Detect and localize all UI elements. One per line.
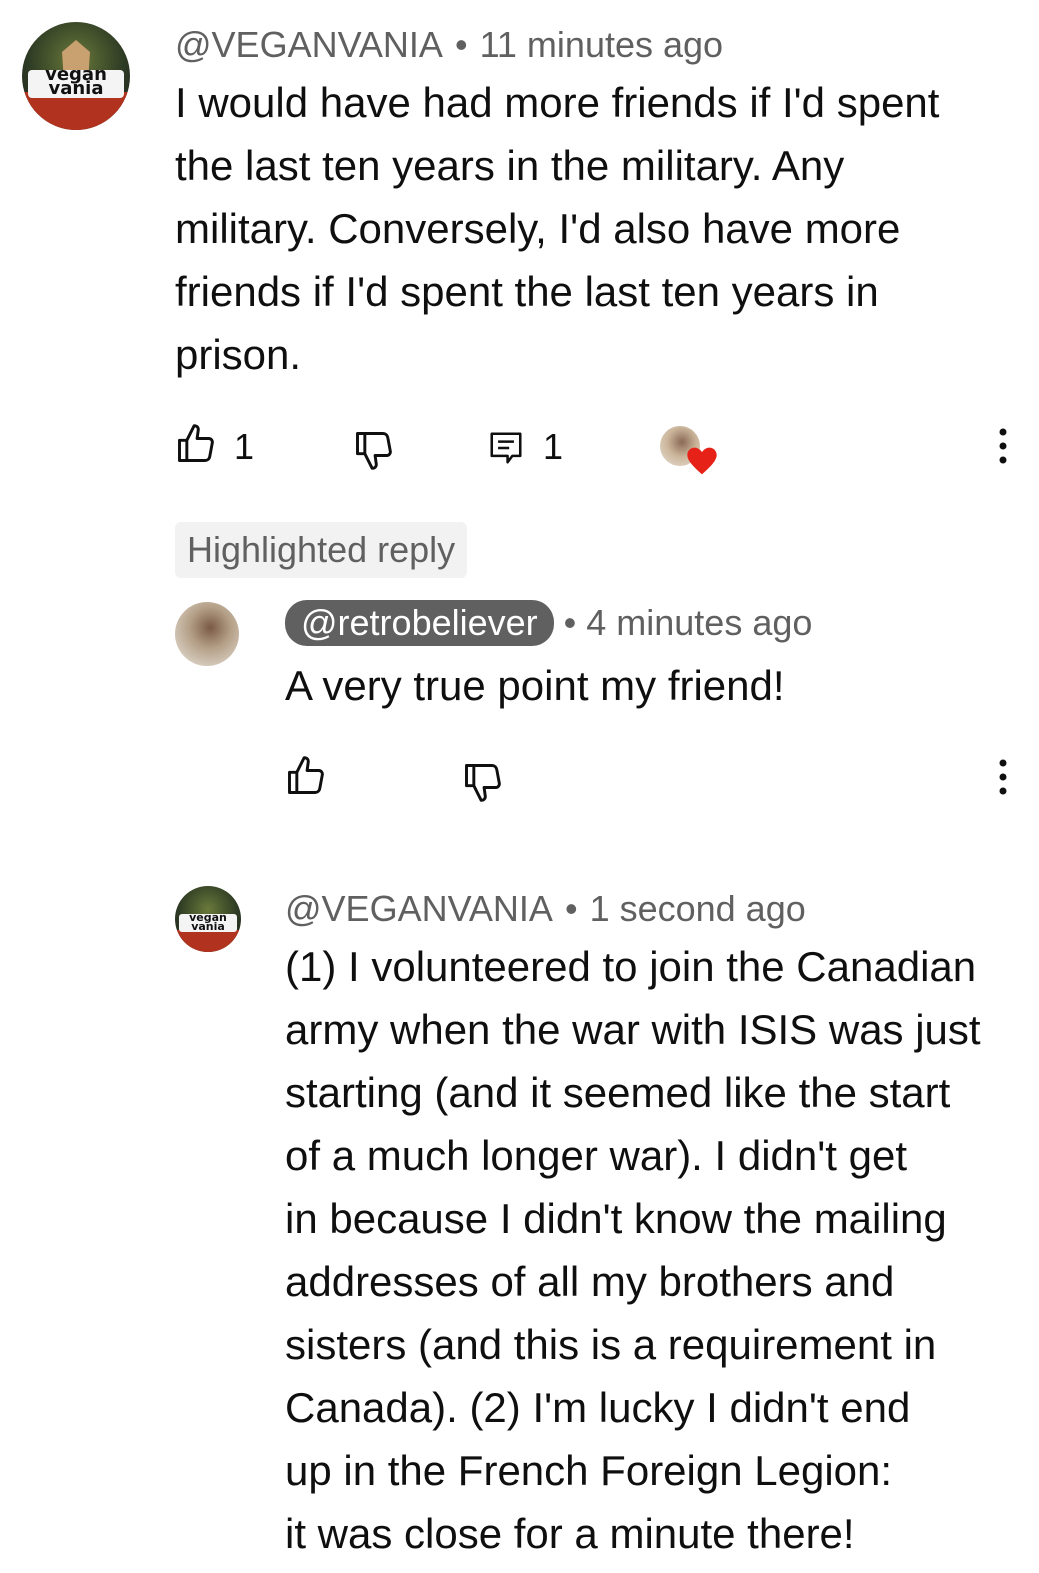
reply2-line: in because I didn't know the mailing: [285, 1195, 947, 1242]
comment-text: I would have had more friends if I'd spe…: [175, 71, 939, 386]
thumbs-down-icon: [465, 764, 501, 802]
reply-like-button[interactable]: [284, 754, 328, 798]
comment-line: I would have had more friends if I'd spe…: [175, 79, 940, 126]
reply2-author[interactable]: @VEGANVANIA: [285, 888, 553, 929]
reply2-line: army when the war with ISIS was just: [285, 1006, 981, 1053]
reply-button[interactable]: [487, 428, 525, 468]
reply2-line: sisters (and this is a requirement in: [285, 1321, 937, 1368]
reply2-line: addresses of all my brothers and: [285, 1258, 895, 1305]
thumbs-down-icon: [356, 432, 392, 470]
creator-heart-badge: [660, 424, 720, 476]
reply2-avatar[interactable]: vegan vania: [175, 886, 241, 952]
highlighted-reply-label: Highlighted reply: [175, 522, 468, 578]
comment-time: 11 minutes ago: [479, 24, 724, 65]
meta-separator: •: [564, 888, 578, 929]
commenter-avatar[interactable]: vegan vania: [22, 22, 130, 130]
reply-icon: [490, 432, 522, 464]
reply2-line: it was close for a minute there!: [285, 1510, 855, 1557]
reply2-line: starting (and it seemed like the start: [285, 1069, 951, 1116]
meta-separator: •: [563, 602, 577, 643]
thumbs-up-icon: [288, 756, 324, 794]
avatar-text-2: vania: [48, 78, 104, 99]
reply-count: 1: [543, 426, 564, 467]
dislike-button[interactable]: [352, 428, 396, 472]
thumbs-up-icon: [178, 424, 214, 462]
reply-dislike-button[interactable]: [461, 760, 505, 804]
avatar-text-2: vania: [191, 920, 225, 933]
comment-line: the last ten years in the military. Any: [175, 142, 845, 189]
reply-text: A very true point my friend!: [285, 662, 785, 709]
more-options-button[interactable]: [996, 426, 1010, 466]
more-vertical-icon: [999, 428, 1007, 464]
comment-line: friends if I'd spent the last ten years …: [175, 268, 879, 315]
reply-avatar[interactable]: [175, 602, 239, 666]
like-button[interactable]: [174, 422, 218, 466]
reply2-meta: @VEGANVANIA • 1 second ago: [285, 888, 806, 930]
reply2-line: Canada). (2) I'm lucky I didn't end: [285, 1384, 911, 1431]
reply2-line: up in the French Foreign Legion:: [285, 1447, 893, 1494]
reply2-line: of a much longer war). I didn't get: [285, 1132, 908, 1179]
reply2-time: 1 second ago: [589, 888, 806, 929]
comment-line: prison.: [175, 331, 302, 378]
reply2-text: (1) I volunteered to join the Canadian a…: [285, 935, 981, 1565]
like-count: 1: [234, 426, 255, 467]
reply-more-options-button[interactable]: [996, 757, 1010, 797]
reply-meta: @retrobeliever • 4 minutes ago: [285, 600, 812, 646]
comment-author[interactable]: @VEGANVANIA: [175, 24, 443, 65]
more-vertical-icon: [999, 759, 1007, 795]
reply-time: 4 minutes ago: [586, 602, 813, 643]
heart-icon: [687, 447, 717, 475]
reply2-line: (1) I volunteered to join the Canadian: [285, 943, 977, 990]
reply-author-pill[interactable]: @retrobeliever: [285, 600, 554, 646]
comment-line: military. Conversely, I'd also have more: [175, 205, 901, 252]
meta-separator: •: [454, 24, 468, 65]
comment-meta: @VEGANVANIA • 11 minutes ago: [175, 24, 723, 66]
